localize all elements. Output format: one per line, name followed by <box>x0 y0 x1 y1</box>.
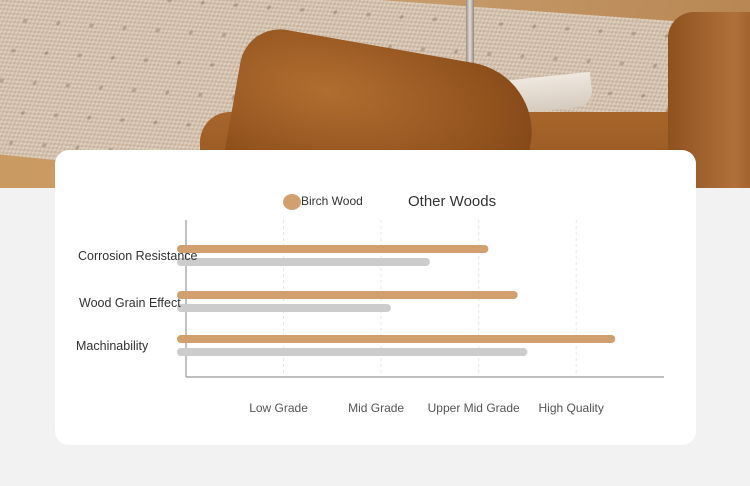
bar-corrosion-resistance-birch-wood <box>177 245 489 253</box>
x-tick-label-2: Mid Grade <box>348 401 404 415</box>
legend-label-birch-wood: Birch Wood <box>301 194 363 208</box>
bar-wood-grain-effect-other-woods <box>177 304 391 312</box>
category-label-wood-grain-effect: Wood Grain Effect <box>79 296 181 310</box>
bar-corrosion-resistance-other-woods <box>177 258 430 266</box>
x-tick-label-4: High Quality <box>539 401 604 415</box>
bar-wood-grain-effect-birch-wood <box>177 291 518 299</box>
x-tick-label-1: Low Grade <box>249 401 308 415</box>
x-tick-label-3: Upper Mid Grade <box>428 401 520 415</box>
category-label-corrosion-resistance: Corrosion Resistance <box>78 249 198 263</box>
legend-marker-birch-wood <box>283 194 301 210</box>
chart-card: Corrosion Resistance Wood Grain Effect Mac… <box>55 150 696 445</box>
bar-machinability-birch-wood <box>177 335 616 343</box>
comparison-chart: Corrosion Resistance Wood Grain Effect Mac… <box>76 193 664 415</box>
legend-label-other-woods: Other Woods <box>408 193 496 210</box>
bar-machinability-other-woods <box>177 348 528 356</box>
category-label-machinability: Machinability <box>76 339 149 353</box>
